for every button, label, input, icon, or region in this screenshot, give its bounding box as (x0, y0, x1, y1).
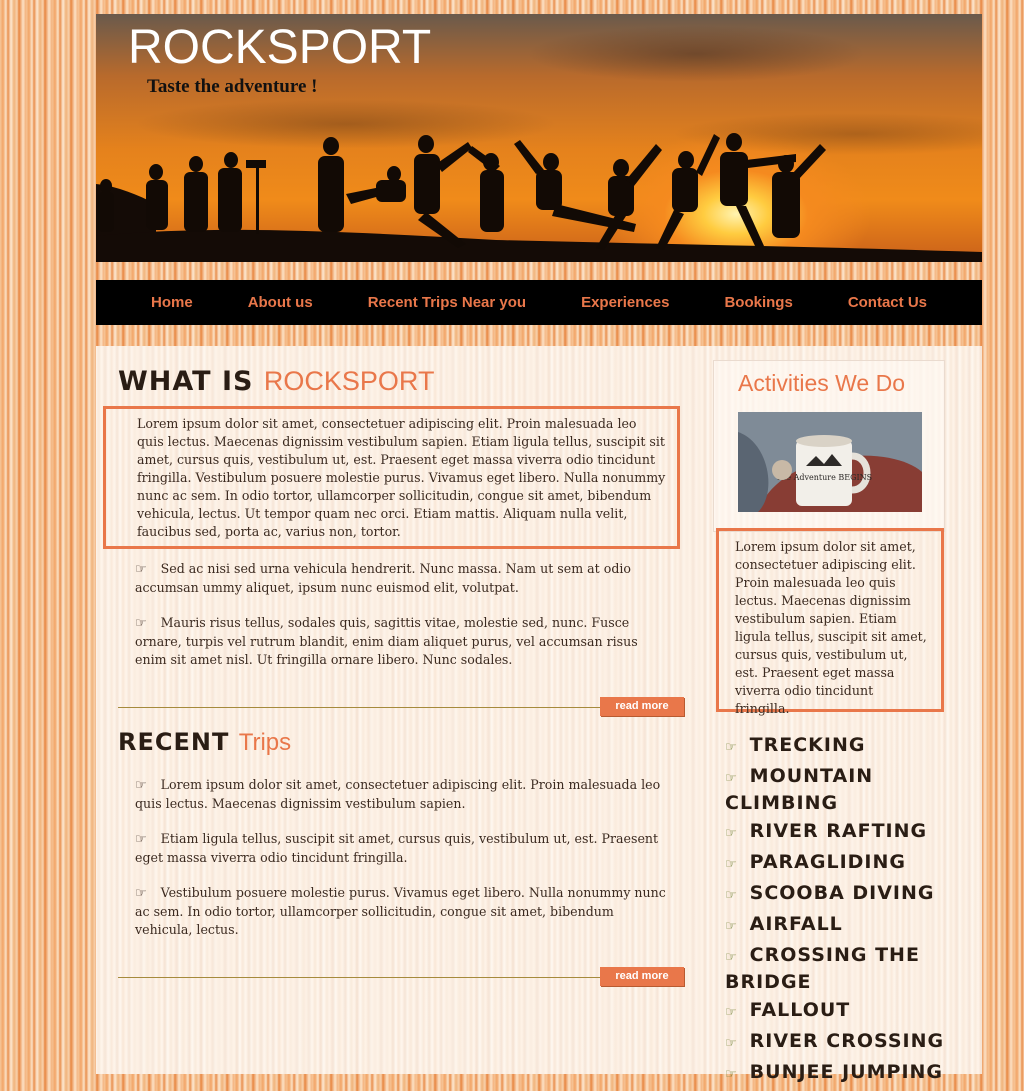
nav-about-us[interactable]: About us (220, 294, 340, 311)
adventure-mug-image: The Adventure BEGINS (738, 412, 922, 512)
site-title[interactable]: ROCKSPORT (128, 20, 431, 75)
activity-label: Airfall (749, 913, 843, 935)
nav-recent-trips[interactable]: Recent Trips Near you (340, 294, 553, 311)
page: ROCKSPORT Taste the adventure ! Home Abo… (96, 14, 982, 1083)
pointing-hand-icon: ☞ (135, 616, 147, 631)
activity-item[interactable]: ☞ Mountain Climbing (725, 764, 955, 815)
pointing-hand-icon: ☞ (135, 562, 147, 577)
pointing-hand-icon: ☞ (725, 1036, 738, 1051)
activity-item[interactable]: ☞ Scooba Diving (725, 881, 955, 908)
what-is-intro-box: Lorem ipsum dolor sit amet, consectetuer… (103, 406, 680, 549)
recent-bullet-1: ☞ Lorem ipsum dolor sit amet, consectetue… (135, 776, 672, 813)
nav-experiences[interactable]: Experiences (554, 294, 697, 311)
recent-bullet-3-text: Vestibulum posuere molestie purus. Vivam… (135, 885, 666, 937)
pointing-hand-icon: ☞ (725, 919, 738, 934)
activity-item[interactable]: ☞ River Rafting (725, 819, 955, 846)
activity-item[interactable]: ☞ Trecking (725, 733, 955, 760)
what-is-bullet-1: ☞ Sed ac nisi sed urna vehicula hendrerit… (135, 560, 672, 597)
pointing-hand-icon: ☞ (135, 886, 147, 901)
what-is-heading-accent: ROCKSPORT (263, 366, 435, 396)
nav-bookings[interactable]: Bookings (697, 294, 820, 311)
recent-bullet-1-text: Lorem ipsum dolor sit amet, consectetuer… (135, 777, 661, 811)
activities-list: ☞ Trecking ☞ Mountain Climbing ☞ River Raft… (725, 733, 955, 1091)
hikers-silhouette-image (96, 133, 982, 262)
recent-heading-dark: RECENT (118, 728, 230, 756)
header-banner: ROCKSPORT Taste the adventure ! (96, 14, 982, 262)
activities-blurb-box: Lorem ipsum dolor sit amet, consectetuer… (716, 528, 944, 716)
what-is-bullet-2: ☞ Mauris risus tellus, sodales quis, sagi… (135, 614, 672, 669)
activities-title: Activities We Do (738, 370, 906, 396)
activity-label: Fallout (749, 999, 851, 1021)
recent-heading-accent: Trips (238, 729, 292, 756)
activity-item[interactable]: ☞ Crossing the Bridge (725, 943, 955, 994)
pointing-hand-icon: ☞ (725, 1005, 738, 1020)
activity-label: Crossing the Bridge (725, 944, 920, 993)
pointing-hand-icon: ☞ (725, 950, 738, 965)
activity-item[interactable]: ☞ Paragliding (725, 850, 955, 877)
pointing-hand-icon: ☞ (725, 857, 738, 872)
activity-item[interactable]: ☞ Fallout (725, 998, 955, 1025)
mug-photo: The Adventure BEGINS (738, 412, 922, 512)
activity-label: Paragliding (749, 851, 906, 873)
activity-label: Trecking (749, 734, 866, 756)
activity-label: Mountain Climbing (725, 765, 874, 814)
nav-contact-us[interactable]: Contact Us (820, 294, 954, 311)
pointing-hand-icon: ☞ (725, 888, 738, 903)
main-nav: Home About us Recent Trips Near you Expe… (96, 280, 982, 325)
recent-bullet-3: ☞ Vestibulum posuere molestie purus. Viva… (135, 884, 672, 939)
what-is-heading-dark: WHAT IS (118, 366, 254, 397)
activity-item[interactable]: ☞ Airfall (725, 912, 955, 939)
activity-label: River Crossing (749, 1030, 945, 1052)
nav-home[interactable]: Home (124, 294, 221, 311)
recent-trips-heading: RECENT Trips (118, 728, 291, 757)
activity-item[interactable]: ☞ River Crossing (725, 1029, 955, 1056)
what-is-heading: WHAT IS ROCKSPORT (118, 366, 434, 397)
pointing-hand-icon: ☞ (135, 832, 147, 847)
pointing-hand-icon: ☞ (725, 740, 738, 755)
pointing-hand-icon: ☞ (725, 771, 738, 786)
recent-bullet-2: ☞ Etiam ligula tellus, suscipit sit amet,… (135, 830, 672, 867)
activity-label: Bunjee Jumping (749, 1061, 944, 1083)
pointing-hand-icon: ☞ (135, 778, 147, 793)
what-is-bullet-1-text: Sed ac nisi sed urna vehicula hendrerit.… (135, 561, 631, 595)
recent-bullet-2-text: Etiam ligula tellus, suscipit sit amet, … (135, 831, 659, 865)
pointing-hand-icon: ☞ (725, 1067, 738, 1082)
read-more-button[interactable]: read more (600, 967, 684, 986)
what-is-bullet-2-text: Mauris risus tellus, sodales quis, sagit… (135, 615, 638, 667)
activity-label: River Rafting (749, 820, 928, 842)
site-tagline: Taste the adventure ! (147, 76, 318, 97)
activity-label: Scooba Diving (749, 882, 935, 904)
pointing-hand-icon: ☞ (725, 826, 738, 841)
read-more-button[interactable]: read more (600, 697, 684, 716)
